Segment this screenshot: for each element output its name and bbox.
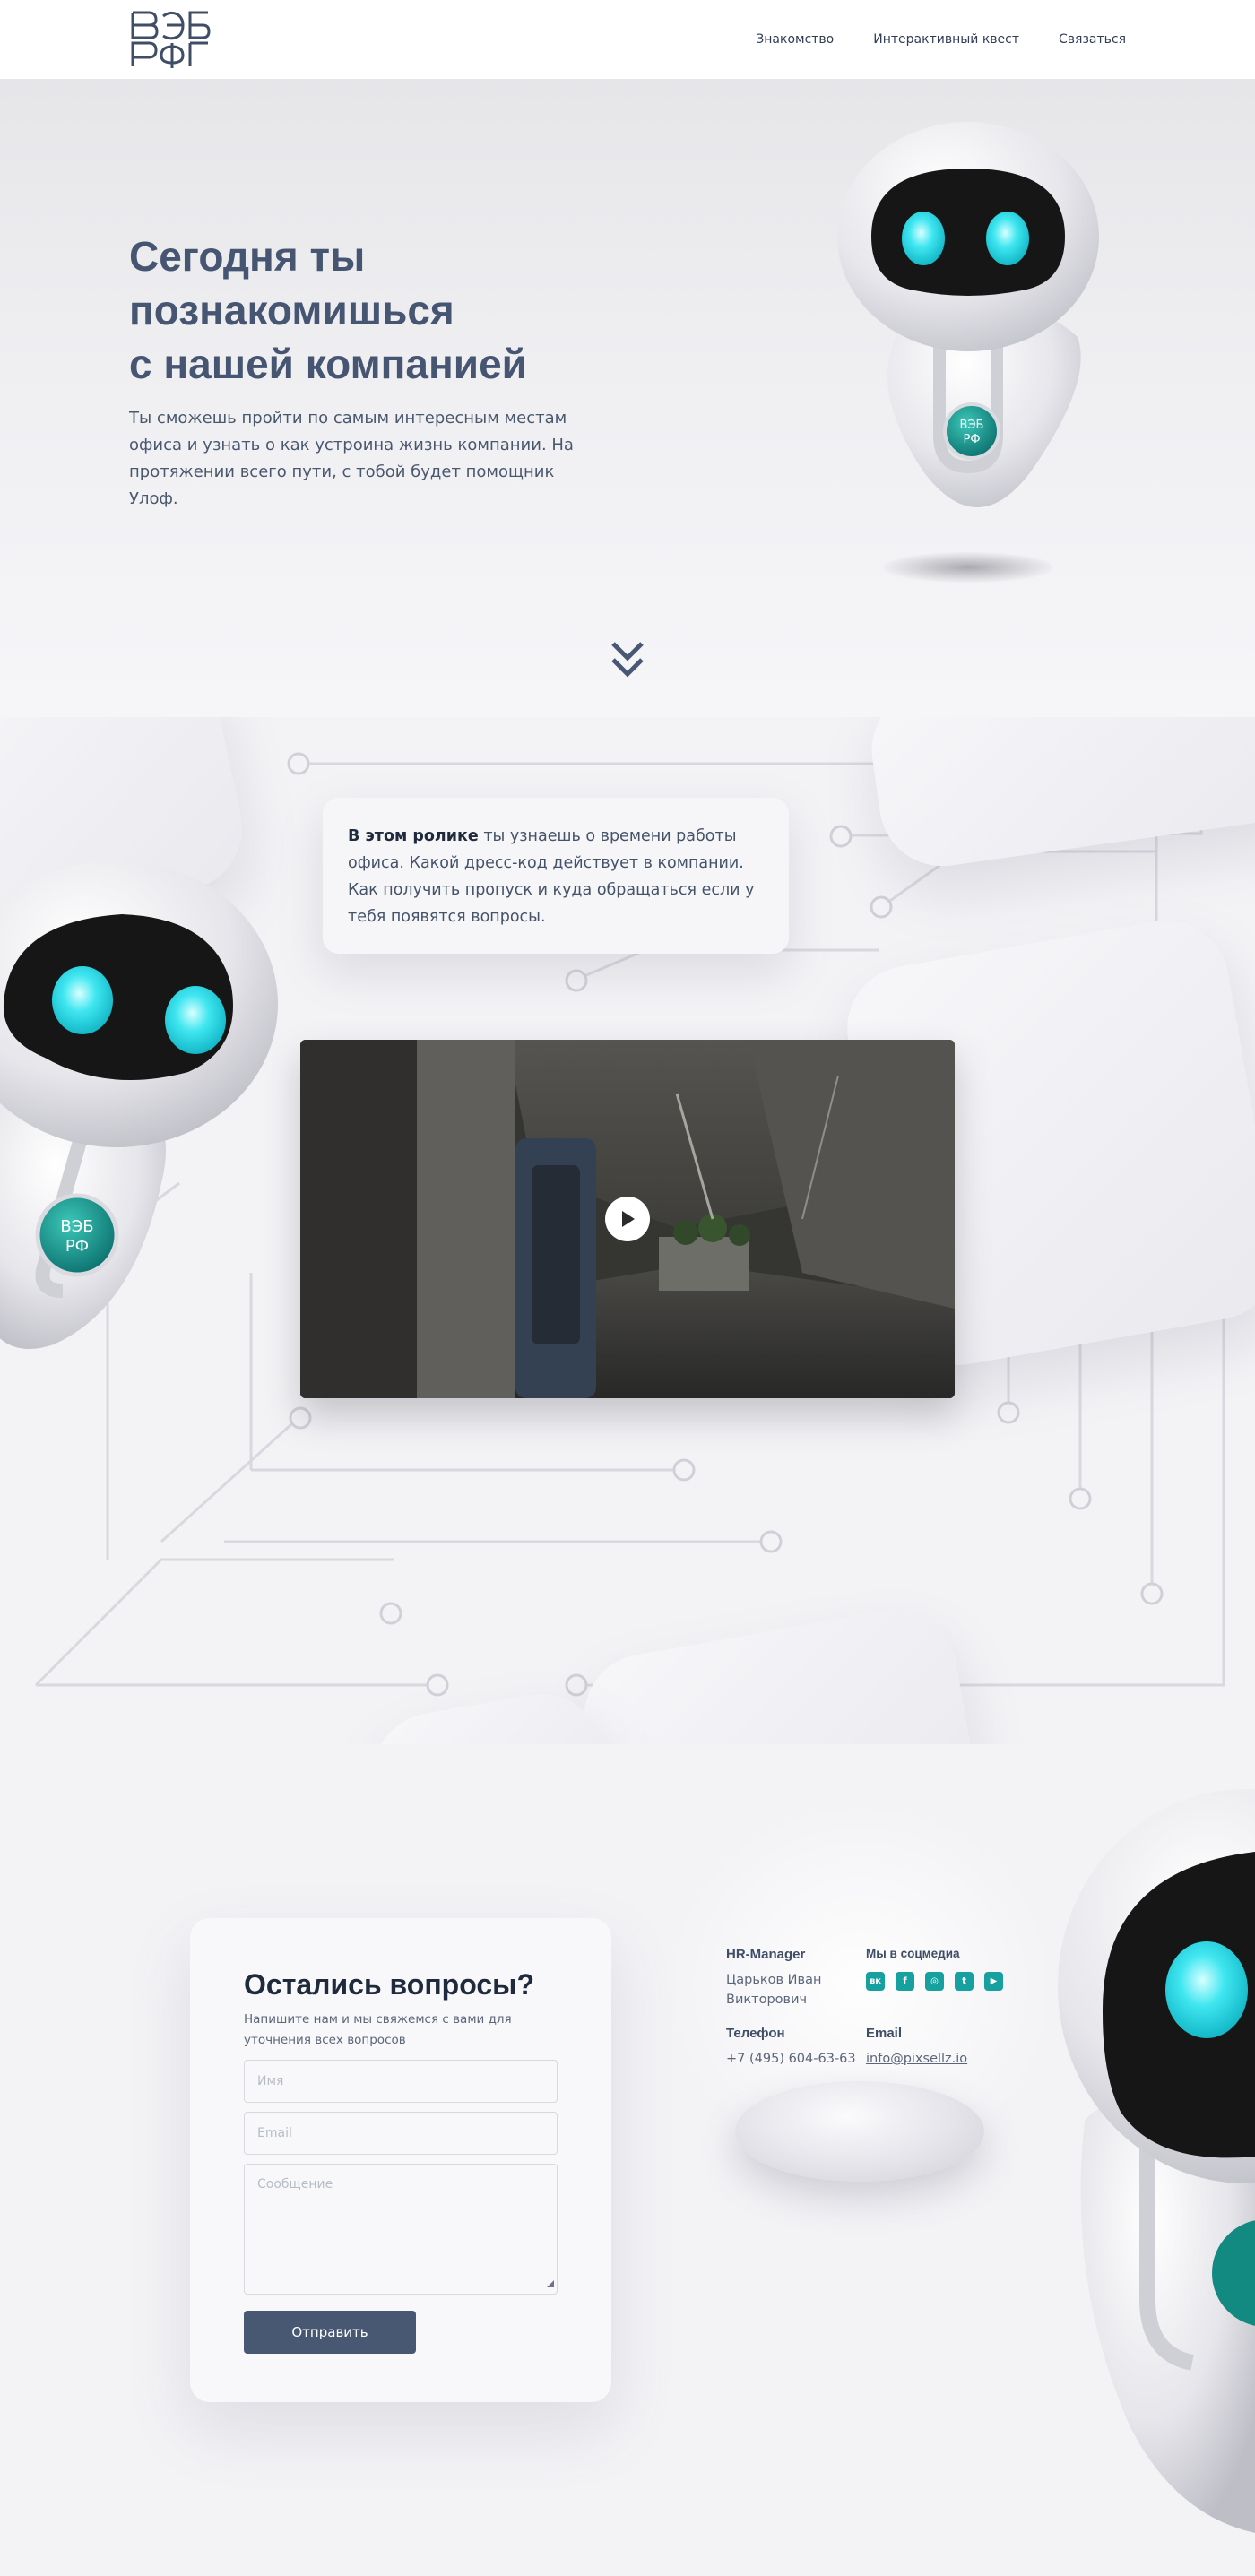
hero-section: Сегодня ты познакомишься с нашей компани… [0, 79, 1255, 717]
twitter-icon[interactable]: t [955, 1972, 974, 1991]
contact-form-card: Остались вопросы? Напишите нам и мы свяж… [190, 1918, 611, 2402]
message-field[interactable] [244, 2164, 558, 2295]
video-section: В этом ролике ты узнаешь о времени работ… [0, 717, 1255, 1744]
instagram-icon[interactable]: ◎ [925, 1972, 944, 1991]
nav-link-contact[interactable]: Связаться [1059, 32, 1126, 47]
phone-number[interactable]: +7 (495) 604-63-63 [726, 2049, 856, 2069]
svg-text:ВЭБ: ВЭБ [960, 419, 984, 432]
main-nav: Знакомство Интерактивный квест Связаться [756, 0, 1126, 79]
hero-title-line-1: Сегодня ты [129, 233, 366, 280]
svg-text:РФ: РФ [963, 433, 980, 446]
resize-grip-icon[interactable] [547, 2280, 554, 2287]
site-header: Знакомство Интерактивный квест Связаться [0, 0, 1255, 79]
phone-label: Телефон [726, 2026, 785, 2041]
logo[interactable] [129, 7, 213, 72]
name-field[interactable] [244, 2060, 558, 2103]
email-field[interactable] [244, 2112, 558, 2155]
social-label: Мы в соцмедиа [866, 1947, 960, 1960]
double-chevron-down-icon[interactable] [610, 638, 645, 679]
svg-text:ВЭБ: ВЭБ [60, 1217, 93, 1236]
robot-mascot-illustration: ВЭБ РФ [837, 122, 1099, 507]
video-description-callout: В этом ролике ты узнаешь о времени работ… [323, 798, 789, 954]
hero-description: Ты сможешь пройти по самым интересным ме… [129, 409, 574, 508]
youtube-icon[interactable]: ▶ [984, 1972, 1003, 1991]
facebook-icon[interactable]: f [896, 1972, 914, 1991]
vk-icon[interactable]: вк [866, 1972, 885, 1991]
office-video-player[interactable] [300, 1040, 955, 1398]
form-subtitle: Напишите нам и мы свяжемся с вами для ут… [244, 2012, 512, 2047]
nav-link-quest[interactable]: Интерактивный квест [873, 32, 1019, 47]
hero-title-line-3: с нашей компанией [129, 341, 527, 387]
robot-mascot-illustration: ВЭБ РФ [0, 860, 278, 1349]
social-links: вк f ◎ t ▶ [866, 1972, 1003, 1991]
email-label: Email [866, 2026, 903, 2041]
svg-text:РФ: РФ [65, 1237, 89, 1256]
submit-button[interactable]: Отправить [244, 2311, 416, 2354]
nav-link-intro[interactable]: Знакомство [756, 32, 834, 47]
play-button[interactable] [605, 1197, 650, 1241]
email-link[interactable]: info@pixsellz.io [866, 2052, 967, 2066]
robot-shadow [883, 552, 1053, 583]
manager-label: HR-Manager [726, 1947, 806, 1962]
robot-mascot-illustration [1058, 1789, 1255, 2533]
hero-title: Сегодня ты познакомишься с нашей компани… [129, 229, 595, 391]
hero-title-line-2: познакомишься [129, 287, 454, 333]
pedestal-decoration [735, 2081, 984, 2182]
play-icon [622, 1211, 635, 1227]
manager-name: Царьков Иван Викторович [726, 1973, 822, 2007]
form-title: Остались вопросы? [244, 1968, 534, 2001]
callout-bold-lead: В этом ролике [348, 827, 479, 845]
contact-section: Остались вопросы? Напишите нам и мы свяж… [0, 1744, 1255, 2576]
